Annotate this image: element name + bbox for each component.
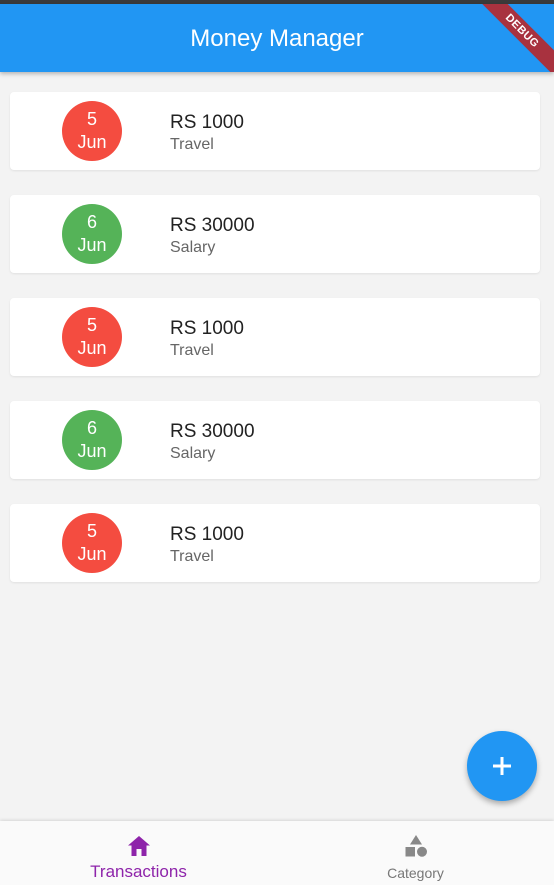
transaction-info: RS 30000 Salary (170, 421, 255, 464)
nav-label-transactions: Transactions (90, 862, 187, 881)
nav-item-category[interactable]: Category (277, 821, 554, 885)
transaction-category: Salary (170, 239, 216, 256)
transaction-card[interactable]: 5 Jun RS 1000 Travel (10, 92, 540, 170)
add-transaction-button[interactable] (467, 731, 537, 801)
date-avatar: 5 Jun (62, 307, 122, 367)
transaction-card[interactable]: 5 Jun RS 1000 Travel (10, 504, 540, 582)
add-icon (493, 757, 511, 775)
transaction-info: RS 1000 Travel (170, 112, 244, 155)
date-avatar: 6 Jun (62, 410, 122, 470)
date-avatar: 6 Jun (62, 204, 122, 264)
transaction-category: Travel (170, 136, 214, 153)
transaction-card[interactable]: 6 Jun RS 30000 Salary (10, 195, 540, 273)
date-day: 5 (86, 315, 97, 335)
date-day: 6 (86, 418, 97, 438)
home-icon (128, 836, 150, 856)
app-bar: Money Manager DEBUG (0, 4, 554, 72)
nav-label-category: Category (387, 865, 444, 881)
transaction-amount: RS 1000 (170, 318, 244, 339)
date-month: Jun (77, 235, 107, 255)
transaction-card[interactable]: 5 Jun RS 1000 Travel (10, 298, 540, 376)
transaction-amount: RS 30000 (170, 421, 255, 442)
transaction-info: RS 1000 Travel (170, 318, 244, 361)
date-avatar: 5 Jun (62, 101, 122, 161)
transaction-category: Travel (170, 548, 214, 565)
date-month: Jun (77, 544, 107, 564)
date-day: 5 (86, 109, 97, 129)
bottom-navigation: Transactions Category (0, 821, 554, 885)
transaction-card[interactable]: 6 Jun RS 30000 Salary (10, 401, 540, 479)
transaction-category: Salary (170, 445, 216, 462)
date-month: Jun (77, 338, 107, 358)
date-month: Jun (77, 441, 107, 461)
date-day: 5 (86, 521, 97, 541)
transaction-category: Travel (170, 342, 214, 359)
transaction-amount: RS 1000 (170, 524, 244, 545)
transaction-amount: RS 1000 (170, 112, 244, 133)
app-title: Money Manager (190, 24, 364, 52)
date-month: Jun (77, 132, 107, 152)
debug-banner: DEBUG (473, 4, 554, 72)
transaction-info: RS 1000 Travel (170, 524, 244, 567)
category-icon (405, 835, 427, 857)
transaction-info: RS 30000 Salary (170, 215, 255, 258)
transaction-amount: RS 30000 (170, 215, 255, 236)
date-day: 6 (86, 212, 97, 232)
transaction-list: 5 Jun RS 1000 Travel 6 Jun RS 30000 Sala… (10, 92, 540, 607)
nav-item-transactions[interactable]: Transactions (0, 821, 277, 885)
date-avatar: 5 Jun (62, 513, 122, 573)
